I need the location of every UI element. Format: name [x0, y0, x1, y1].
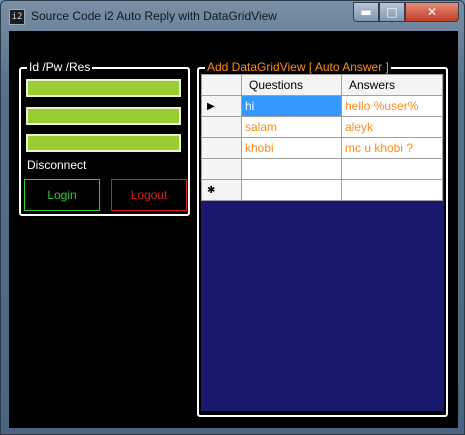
answer-cell[interactable] — [341, 179, 443, 201]
id-field[interactable] — [26, 79, 181, 97]
table-row[interactable]: ▶ hi hello %user% — [201, 95, 443, 117]
row-header-cell[interactable]: ▶ — [201, 95, 242, 117]
maximize-button[interactable]: □ — [379, 2, 405, 22]
login-button[interactable]: Login — [24, 179, 100, 211]
new-row-icon: ✱ — [207, 184, 216, 196]
question-cell[interactable] — [241, 179, 342, 201]
grid-group-caption: Add DataGridView [ Auto Answer ] — [205, 60, 391, 74]
row-header-cell[interactable] — [201, 158, 242, 180]
app-window: i2 Source Code i2 Auto Reply with DataGr… — [0, 0, 465, 435]
close-icon: ✕ — [426, 5, 438, 19]
client-area: Id /Pw /Res Disconnect Login Logout Add … — [9, 31, 458, 428]
connection-status: Disconnect — [27, 158, 87, 172]
row-header-cell[interactable] — [201, 137, 242, 159]
column-header-questions[interactable]: Questions — [241, 74, 342, 96]
data-grid-view[interactable]: Questions Answers ▶ hi hello %user% sala… — [201, 74, 444, 411]
maximize-icon: □ — [386, 5, 398, 19]
title-bar[interactable]: i2 Source Code i2 Auto Reply with DataGr… — [1, 1, 464, 31]
question-cell[interactable] — [241, 158, 342, 180]
logout-button[interactable]: Logout — [111, 179, 187, 211]
column-header-answers[interactable]: Answers — [341, 74, 443, 96]
login-group-caption: Id /Pw /Res — [27, 60, 93, 74]
question-cell[interactable]: khobi — [241, 137, 342, 159]
question-cell[interactable]: hi — [241, 95, 342, 117]
new-row[interactable]: ✱ — [201, 179, 443, 201]
question-cell[interactable]: salam — [241, 116, 342, 138]
table-row[interactable] — [201, 158, 443, 180]
corner-header-cell[interactable] — [201, 74, 242, 96]
answer-cell[interactable]: hello %user% — [341, 95, 443, 117]
row-header-cell[interactable] — [201, 116, 242, 138]
answer-cell[interactable]: aleyk — [341, 116, 443, 138]
password-field[interactable] — [26, 107, 181, 125]
window-title: Source Code i2 Auto Reply with DataGridV… — [31, 9, 277, 23]
header-row: Questions Answers — [201, 74, 443, 96]
close-button[interactable]: ✕ — [405, 2, 459, 22]
answer-cell[interactable]: mc u khobi ? — [341, 137, 443, 159]
table-row[interactable]: khobi mc u khobi ? — [201, 137, 443, 159]
row-header-cell[interactable]: ✱ — [201, 179, 242, 201]
auto-answer-groupbox: Add DataGridView [ Auto Answer ] Questio… — [197, 60, 448, 417]
app-icon[interactable]: i2 — [9, 9, 25, 25]
answer-cell[interactable] — [341, 158, 443, 180]
minimize-button[interactable]: ▬ — [353, 2, 379, 22]
minimize-icon: ▬ — [360, 5, 372, 19]
login-groupbox: Id /Pw /Res Disconnect Login Logout — [19, 60, 190, 216]
auto-answer-table: Questions Answers ▶ hi hello %user% sala… — [201, 74, 443, 201]
table-row[interactable]: salam aleyk — [201, 116, 443, 138]
current-row-icon: ▶ — [207, 100, 215, 112]
res-field[interactable] — [26, 134, 181, 152]
